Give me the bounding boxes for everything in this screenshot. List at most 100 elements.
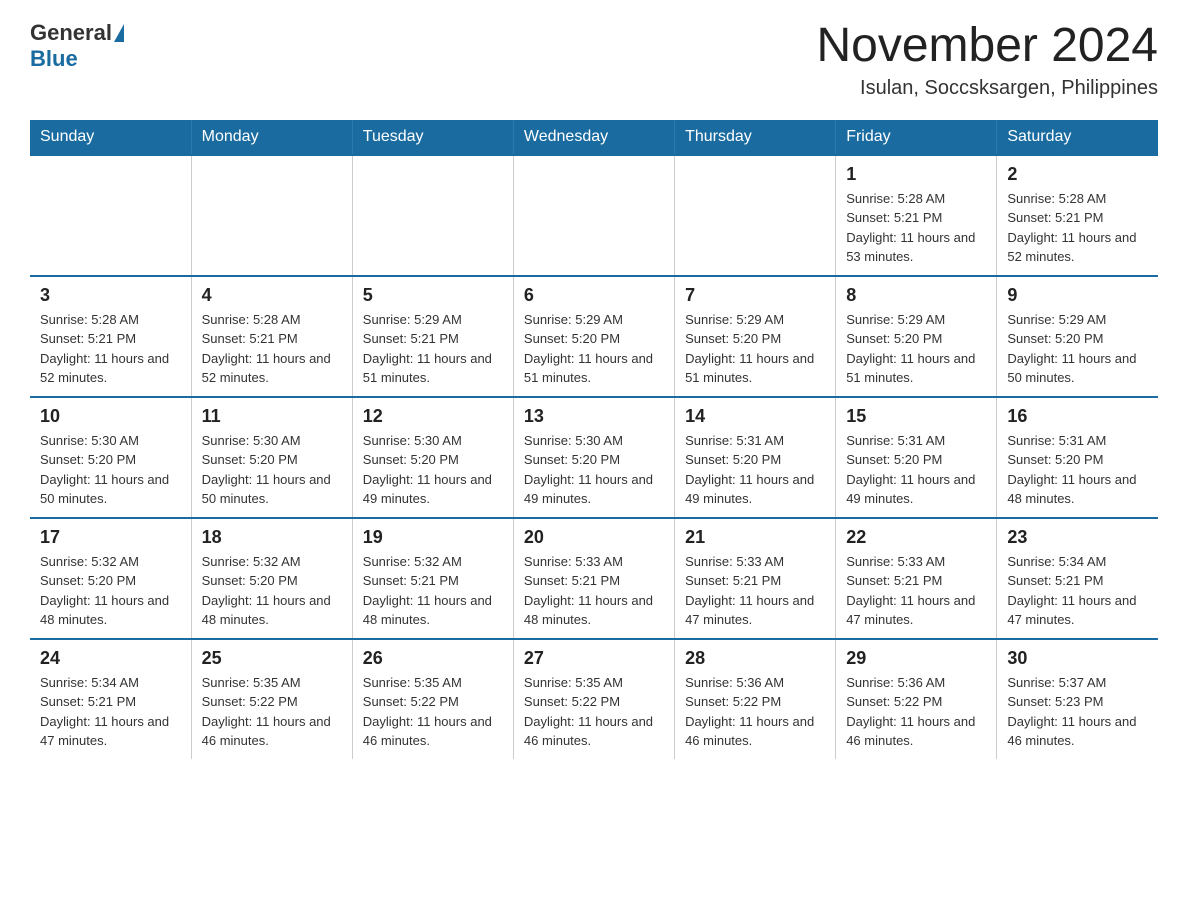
weekday-sunday: Sunday [30,120,191,155]
day-number: 23 [1007,527,1148,548]
calendar-cell: 20 Sunrise: 5:33 AMSunset: 5:21 PMDayligh… [513,518,674,639]
calendar-cell: 27 Sunrise: 5:35 AMSunset: 5:22 PMDayligh… [513,639,674,759]
day-number: 4 [202,285,342,306]
calendar-cell: 1 Sunrise: 5:28 AMSunset: 5:21 PMDaylight… [836,155,997,276]
calendar-cell: 3 Sunrise: 5:28 AMSunset: 5:21 PMDaylight… [30,276,191,397]
day-info: Sunrise: 5:30 AMSunset: 5:20 PMDaylight:… [363,431,503,509]
day-info: Sunrise: 5:35 AMSunset: 5:22 PMDaylight:… [524,673,664,751]
day-number: 14 [685,406,825,427]
day-info: Sunrise: 5:31 AMSunset: 5:20 PMDaylight:… [846,431,986,509]
calendar-cell: 30 Sunrise: 5:37 AMSunset: 5:23 PMDayligh… [997,639,1158,759]
calendar-body: 1 Sunrise: 5:28 AMSunset: 5:21 PMDaylight… [30,155,1158,759]
day-info: Sunrise: 5:31 AMSunset: 5:20 PMDaylight:… [1007,431,1148,509]
calendar-cell [513,155,674,276]
logo-text-general: General [30,20,112,46]
month-title: November 2024 [816,20,1158,73]
day-number: 25 [202,648,342,669]
day-number: 20 [524,527,664,548]
day-info: Sunrise: 5:28 AMSunset: 5:21 PMDaylight:… [1007,189,1148,267]
day-info: Sunrise: 5:34 AMSunset: 5:21 PMDaylight:… [40,673,181,751]
day-number: 28 [685,648,825,669]
calendar-cell: 25 Sunrise: 5:35 AMSunset: 5:22 PMDayligh… [191,639,352,759]
day-info: Sunrise: 5:33 AMSunset: 5:21 PMDaylight:… [846,552,986,630]
calendar-cell [352,155,513,276]
day-number: 24 [40,648,181,669]
calendar-cell: 4 Sunrise: 5:28 AMSunset: 5:21 PMDaylight… [191,276,352,397]
day-info: Sunrise: 5:29 AMSunset: 5:20 PMDaylight:… [524,310,664,388]
calendar-cell: 15Sunrise: 5:31 AMSunset: 5:20 PMDayligh… [836,397,997,518]
day-info: Sunrise: 5:33 AMSunset: 5:21 PMDaylight:… [524,552,664,630]
weekday-thursday: Thursday [675,120,836,155]
day-number: 10 [40,406,181,427]
page-header: General Blue November 2024 Isulan, Soccs… [30,20,1158,100]
day-number: 8 [846,285,986,306]
weekday-saturday: Saturday [997,120,1158,155]
day-info: Sunrise: 5:33 AMSunset: 5:21 PMDaylight:… [685,552,825,630]
day-number: 19 [363,527,503,548]
day-number: 5 [363,285,503,306]
calendar-header: SundayMondayTuesdayWednesdayThursdayFrid… [30,120,1158,155]
day-info: Sunrise: 5:30 AMSunset: 5:20 PMDaylight:… [524,431,664,509]
day-number: 30 [1007,648,1148,669]
weekday-wednesday: Wednesday [513,120,674,155]
calendar-cell: 28 Sunrise: 5:36 AMSunset: 5:22 PMDayligh… [675,639,836,759]
day-number: 26 [363,648,503,669]
week-row-1: 1 Sunrise: 5:28 AMSunset: 5:21 PMDaylight… [30,155,1158,276]
weekday-row: SundayMondayTuesdayWednesdayThursdayFrid… [30,120,1158,155]
day-number: 6 [524,285,664,306]
calendar-cell [675,155,836,276]
day-info: Sunrise: 5:28 AMSunset: 5:21 PMDaylight:… [40,310,181,388]
weekday-friday: Friday [836,120,997,155]
day-info: Sunrise: 5:29 AMSunset: 5:21 PMDaylight:… [363,310,503,388]
logo: General Blue [30,20,124,73]
calendar-cell: 26 Sunrise: 5:35 AMSunset: 5:22 PMDayligh… [352,639,513,759]
day-number: 11 [202,406,342,427]
calendar-cell: 13 Sunrise: 5:30 AMSunset: 5:20 PMDayligh… [513,397,674,518]
day-info: Sunrise: 5:36 AMSunset: 5:22 PMDaylight:… [846,673,986,751]
day-number: 2 [1007,164,1148,185]
week-row-4: 17 Sunrise: 5:32 AMSunset: 5:20 PMDayligh… [30,518,1158,639]
day-number: 3 [40,285,181,306]
calendar-table: SundayMondayTuesdayWednesdayThursdayFrid… [30,120,1158,759]
day-info: Sunrise: 5:29 AMSunset: 5:20 PMDaylight:… [685,310,825,388]
calendar-cell: 10 Sunrise: 5:30 AMSunset: 5:20 PMDayligh… [30,397,191,518]
day-number: 12 [363,406,503,427]
calendar-cell [191,155,352,276]
calendar-cell: 5 Sunrise: 5:29 AMSunset: 5:21 PMDaylight… [352,276,513,397]
day-number: 22 [846,527,986,548]
day-number: 29 [846,648,986,669]
day-info: Sunrise: 5:28 AMSunset: 5:21 PMDaylight:… [202,310,342,388]
day-number: 17 [40,527,181,548]
day-info: Sunrise: 5:30 AMSunset: 5:20 PMDaylight:… [202,431,342,509]
day-info: Sunrise: 5:29 AMSunset: 5:20 PMDaylight:… [846,310,986,388]
day-number: 9 [1007,285,1148,306]
day-info: Sunrise: 5:36 AMSunset: 5:22 PMDaylight:… [685,673,825,751]
day-info: Sunrise: 5:32 AMSunset: 5:20 PMDaylight:… [202,552,342,630]
day-info: Sunrise: 5:30 AMSunset: 5:20 PMDaylight:… [40,431,181,509]
calendar-cell: 2 Sunrise: 5:28 AMSunset: 5:21 PMDaylight… [997,155,1158,276]
weekday-tuesday: Tuesday [352,120,513,155]
day-info: Sunrise: 5:37 AMSunset: 5:23 PMDaylight:… [1007,673,1148,751]
day-number: 1 [846,164,986,185]
calendar-cell: 16 Sunrise: 5:31 AMSunset: 5:20 PMDayligh… [997,397,1158,518]
day-info: Sunrise: 5:32 AMSunset: 5:21 PMDaylight:… [363,552,503,630]
day-number: 13 [524,406,664,427]
day-number: 18 [202,527,342,548]
day-info: Sunrise: 5:35 AMSunset: 5:22 PMDaylight:… [363,673,503,751]
title-block: November 2024 Isulan, Soccsksargen, Phil… [816,20,1158,100]
day-info: Sunrise: 5:35 AMSunset: 5:22 PMDaylight:… [202,673,342,751]
day-info: Sunrise: 5:28 AMSunset: 5:21 PMDaylight:… [846,189,986,267]
calendar-cell: 12 Sunrise: 5:30 AMSunset: 5:20 PMDayligh… [352,397,513,518]
day-number: 7 [685,285,825,306]
week-row-3: 10 Sunrise: 5:30 AMSunset: 5:20 PMDayligh… [30,397,1158,518]
calendar-cell: 11 Sunrise: 5:30 AMSunset: 5:20 PMDayligh… [191,397,352,518]
day-number: 27 [524,648,664,669]
logo-text-blue: Blue [30,46,78,71]
calendar-cell: 8 Sunrise: 5:29 AMSunset: 5:20 PMDaylight… [836,276,997,397]
day-number: 16 [1007,406,1148,427]
day-info: Sunrise: 5:29 AMSunset: 5:20 PMDaylight:… [1007,310,1148,388]
logo-triangle-icon [114,24,124,42]
week-row-2: 3 Sunrise: 5:28 AMSunset: 5:21 PMDaylight… [30,276,1158,397]
calendar-cell: 29 Sunrise: 5:36 AMSunset: 5:22 PMDayligh… [836,639,997,759]
day-info: Sunrise: 5:31 AMSunset: 5:20 PMDaylight:… [685,431,825,509]
